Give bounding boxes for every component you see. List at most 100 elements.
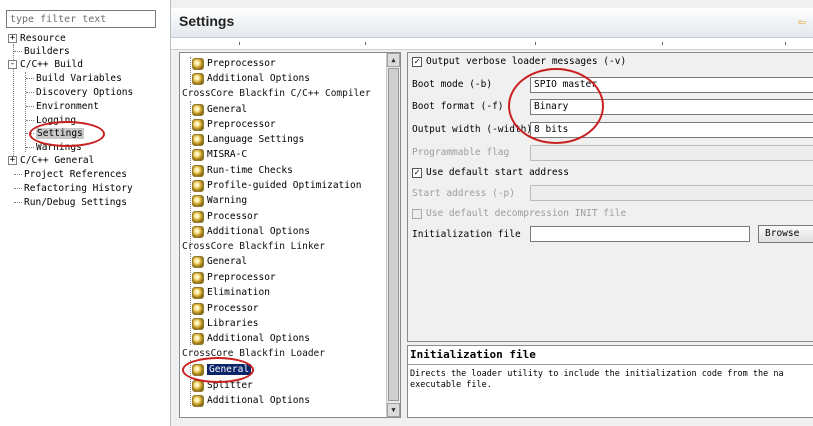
tree-item-additional-options[interactable]: Additional Options: [192, 224, 310, 239]
tree-item-label: Splitter: [207, 380, 253, 391]
tree-item-label: Libraries: [207, 318, 259, 329]
tree-item-warning[interactable]: Warning: [192, 193, 247, 208]
tree-item-misra-c[interactable]: MISRA-C: [192, 147, 247, 162]
nav-item-label: C/C++ General: [20, 155, 95, 166]
tree-item-profile-guided-optimization[interactable]: Profile-guided Optimization: [192, 178, 361, 193]
tree-item-run-time-checks[interactable]: Run-time Checks: [192, 163, 293, 178]
tool-option-icon: [192, 317, 204, 330]
nav-item-cpp-build[interactable]: - C/C++ Build: [8, 58, 83, 72]
tree-item-preprocessor[interactable]: Preprocessor: [192, 56, 276, 71]
tree-item-processor[interactable]: Processor: [192, 209, 258, 224]
tree-connector: [26, 147, 34, 148]
page-title: Settings: [179, 13, 235, 29]
programmable-flag-label: Programmable flag: [412, 147, 510, 158]
tree-item-splitter[interactable]: Splitter: [192, 378, 253, 393]
tree-item-label: CrossCore Blackfin Linker: [182, 241, 325, 252]
tree-item-label: Preprocessor: [207, 272, 276, 283]
settings-header: Settings ⇦: [171, 8, 813, 38]
tree-item-elimination[interactable]: Elimination: [192, 285, 270, 300]
verbose-option[interactable]: ✓ Output verbose loader messages (-v): [412, 53, 626, 71]
tree-connector: [26, 133, 34, 134]
output-width-select[interactable]: 8 bits: [530, 122, 813, 138]
tree-item-label: Warning: [207, 195, 248, 206]
tool-option-icon: [192, 72, 204, 85]
nav-item-builders[interactable]: Builders: [14, 45, 70, 59]
configuration-strip: [171, 38, 813, 50]
tool-option-icon: [192, 179, 204, 192]
scroll-down-icon[interactable]: ▼: [387, 403, 400, 417]
back-arrow-icon[interactable]: ⇦: [794, 14, 810, 30]
nav-item-settings[interactable]: Settings: [26, 127, 84, 141]
default-decomp-label: Use default decompression INIT file: [426, 208, 627, 219]
tree-connector: [14, 174, 22, 175]
filter-input[interactable]: [6, 10, 156, 28]
scroll-thumb[interactable]: [388, 68, 399, 401]
nav-item-label: Run/Debug Settings: [24, 197, 127, 208]
boot-format-label: Boot format (-f): [412, 101, 504, 112]
help-text: Directs the loader utility to include th…: [410, 369, 784, 390]
boot-format-select[interactable]: Binary: [530, 99, 813, 115]
start-address-input[interactable]: [530, 185, 813, 201]
tree-item-preprocessor[interactable]: Preprocessor: [192, 117, 276, 132]
nav-item-discovery-options[interactable]: Discovery Options: [26, 86, 133, 100]
ruler-tick: [535, 42, 536, 45]
tree-item-language-settings[interactable]: Language Settings: [192, 132, 304, 147]
ruler-tick: [785, 42, 786, 45]
tree-item-loader-general[interactable]: General: [192, 362, 252, 377]
default-start-option[interactable]: ✓ Use default start address: [412, 164, 569, 182]
scroll-up-icon[interactable]: ▲: [387, 53, 400, 67]
tree-item-label: MISRA-C: [207, 149, 248, 160]
ruler-tick: [365, 42, 366, 45]
boot-mode-select[interactable]: SPIO master: [530, 77, 813, 93]
tool-option-icon: [192, 133, 204, 146]
browse-button[interactable]: Browse: [758, 225, 813, 243]
nav-item-warnings[interactable]: Warnings: [26, 141, 82, 155]
default-decomp-checkbox[interactable]: [412, 208, 422, 219]
tree-item-additional-options[interactable]: Additional Options: [192, 331, 310, 346]
tree-item-linker[interactable]: CrossCore Blackfin Linker: [182, 239, 325, 254]
nav-item-build-variables[interactable]: Build Variables: [26, 72, 122, 86]
tree-item-loader[interactable]: CrossCore Blackfin Loader: [182, 346, 325, 361]
tree-scrollbar[interactable]: ▲ ▼: [386, 53, 400, 417]
boot-mode-value: SPIO master: [534, 79, 597, 90]
tree-item-label: Language Settings: [207, 134, 305, 145]
tree-item-additional-options[interactable]: Additional Options: [192, 71, 310, 86]
programmable-flag-select[interactable]: [530, 145, 813, 161]
output-width-label: Output width (-width): [412, 124, 533, 135]
init-file-input[interactable]: [530, 226, 750, 242]
tree-item-label: Elimination: [207, 287, 270, 298]
tree-item-label: General: [207, 364, 252, 375]
default-decomp-option[interactable]: Use default decompression INIT file: [412, 205, 626, 223]
verbose-checkbox[interactable]: ✓: [412, 56, 422, 67]
nav-item-resource[interactable]: + Resource: [8, 32, 66, 46]
tree-item-additional-options[interactable]: Additional Options: [192, 393, 310, 408]
collapse-icon[interactable]: -: [8, 60, 17, 69]
tool-option-icon: [192, 103, 204, 116]
loader-options-pane: ✓ Output verbose loader messages (-v) Boo…: [407, 52, 813, 342]
nav-item-label: Build Variables: [36, 73, 122, 84]
tree-item-compiler[interactable]: CrossCore Blackfin C/C++ Compiler: [182, 86, 371, 101]
tree-connector: [14, 51, 22, 52]
tree-item-label: Preprocessor: [207, 58, 276, 69]
tree-item-processor[interactable]: Processor: [192, 301, 258, 316]
nav-item-run-debug-settings[interactable]: Run/Debug Settings: [14, 196, 127, 210]
tool-option-icon: [192, 302, 204, 315]
default-start-checkbox[interactable]: ✓: [412, 167, 422, 178]
expand-icon[interactable]: +: [8, 156, 17, 165]
tree-item-general[interactable]: General: [192, 254, 247, 269]
tree-item-general[interactable]: General: [192, 102, 247, 117]
expand-icon[interactable]: +: [8, 34, 17, 43]
property-nav-pane: +Resource Builders -C/C++ Build Build Va…: [0, 0, 160, 426]
nav-item-environment[interactable]: Environment: [26, 100, 99, 114]
tool-settings-tree[interactable]: Preprocessor Additional Options CrossCor…: [179, 52, 401, 418]
nav-item-cpp-general[interactable]: + C/C++ General: [8, 154, 94, 168]
tool-option-icon: [192, 363, 204, 376]
tree-item-libraries[interactable]: Libraries: [192, 316, 258, 331]
nav-item-label: Settings: [36, 128, 84, 139]
nav-item-logging[interactable]: Logging: [26, 114, 76, 128]
tree-guide-line: [190, 57, 191, 87]
nav-item-project-references[interactable]: Project References: [14, 168, 127, 182]
tool-option-icon: [192, 164, 204, 177]
tree-item-preprocessor[interactable]: Preprocessor: [192, 270, 276, 285]
nav-item-refactoring-history[interactable]: Refactoring History: [14, 182, 133, 196]
